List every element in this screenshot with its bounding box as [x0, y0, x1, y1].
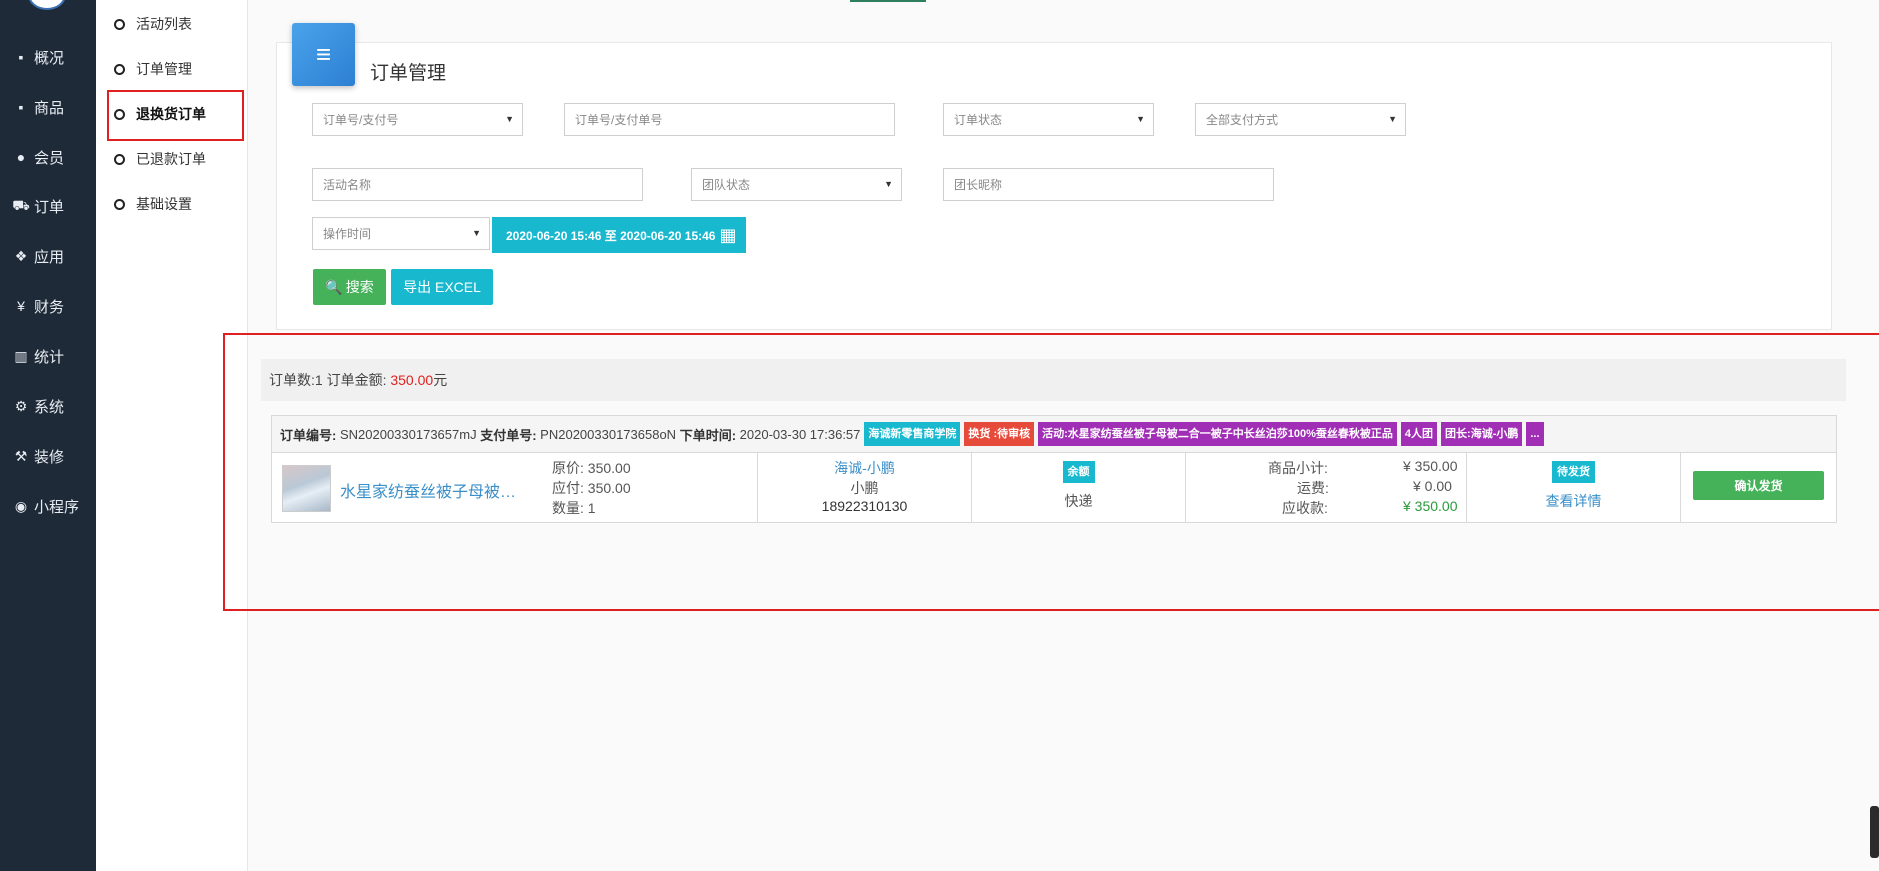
menu-icon[interactable]: ≡: [292, 23, 355, 86]
leader-nickname-input[interactable]: 团长昵称: [943, 168, 1274, 201]
sidebar-item-members[interactable]: ● 会员: [0, 142, 96, 172]
search-icon: 🔍: [325, 278, 343, 295]
highlight-box-subnav: [107, 90, 244, 141]
subnav-item-order-manage[interactable]: 订单管理: [114, 56, 244, 82]
sidebar-item-stats[interactable]: ▥ 统计: [0, 341, 96, 371]
input-placeholder: 活动名称: [323, 178, 372, 192]
scrollbar-thumb[interactable]: [1870, 806, 1879, 858]
subnav-item-refunded-orders[interactable]: 已退款订单: [114, 146, 244, 172]
order-status-select[interactable]: 订单状态: [943, 103, 1154, 136]
sidebar-item-label: 商品: [34, 99, 65, 117]
calendar-icon: ▦: [719, 224, 737, 245]
page-title: 订单管理: [370, 63, 447, 84]
team-status-select[interactable]: 团队状态: [691, 168, 902, 201]
users-icon: ●: [16, 149, 26, 165]
subnav-item-settings[interactable]: 基础设置: [114, 191, 244, 217]
sidebar-item-label: 应用: [34, 248, 65, 266]
sidebar-item-label: 小程序: [34, 498, 80, 516]
activity-name-input[interactable]: 活动名称: [312, 168, 643, 201]
select-value: 订单状态: [954, 113, 1003, 127]
sidebar-item-label: 会员: [34, 149, 65, 167]
top-accent-line: [850, 0, 926, 2]
hammer-icon: ⚒: [14, 447, 28, 464]
sidebar-item-apps[interactable]: ❖ 应用: [0, 241, 96, 271]
bar-chart-icon: ▥: [14, 347, 28, 364]
dashboard-icon: ▪: [18, 49, 24, 65]
search-button[interactable]: 🔍 搜索: [313, 269, 386, 305]
sidebar-item-decoration[interactable]: ⚒ 装修: [0, 441, 96, 471]
date-range-text: 2020-06-20 15:46 至 2020-06-20 15:46: [506, 228, 716, 243]
sidebar-item-label: 系统: [34, 398, 65, 416]
export-button-label: 导出 EXCEL: [403, 279, 481, 295]
select-value: 团队状态: [702, 178, 751, 192]
apps-icon: ❖: [14, 247, 28, 264]
select-value: 订单号/支付号: [323, 113, 399, 127]
sidebar-item-label: 统计: [34, 348, 65, 366]
op-time-select[interactable]: 操作时间: [312, 217, 490, 250]
search-button-label: 搜索: [345, 279, 374, 295]
circle-icon: [114, 198, 125, 210]
cart-icon: ⛟: [12, 196, 30, 213]
date-range-picker[interactable]: 2020-06-20 15:46 至 2020-06-20 15:46 ▦: [492, 217, 746, 253]
subnav-item-label: 活动列表: [136, 16, 192, 32]
sidebar-item-system[interactable]: ⚙ 系统: [0, 391, 96, 421]
input-placeholder: 团长昵称: [954, 178, 1003, 192]
sidebar-item-goods[interactable]: ▪ 商品: [0, 92, 96, 122]
order-pay-select[interactable]: 订单号/支付号: [312, 103, 523, 136]
sidebar-item-overview[interactable]: ▪ 概况: [0, 42, 96, 72]
pay-method-select[interactable]: 全部支付方式: [1195, 103, 1406, 136]
yen-icon: ¥: [17, 298, 25, 314]
circle-icon: [114, 18, 125, 30]
order-pay-input[interactable]: 订单号/支付单号: [564, 103, 895, 136]
select-value: 操作时间: [323, 227, 372, 241]
sidebar-item-label: 财务: [34, 298, 65, 316]
logo: [28, 0, 66, 10]
subnav-item-label: 已退款订单: [136, 151, 206, 167]
sidebar-item-orders[interactable]: ⛟ 订单: [0, 191, 96, 221]
gears-icon: ⚙: [14, 397, 28, 414]
input-placeholder: 订单号/支付单号: [575, 113, 663, 127]
circle-icon: [114, 153, 125, 165]
subnav-item-label: 基础设置: [136, 196, 192, 212]
subnav-item-label: 订单管理: [136, 61, 192, 77]
box-icon: ▪: [18, 99, 24, 115]
subnav-item-activity-list[interactable]: 活动列表: [114, 11, 244, 37]
sidebar-item-label: 概况: [34, 49, 65, 67]
export-excel-button[interactable]: 导出 EXCEL: [391, 269, 493, 305]
sidebar-item-label: 装修: [34, 448, 65, 466]
highlight-box-order: [223, 333, 1879, 611]
circle-icon: [114, 63, 125, 75]
wechat-icon: ◉: [14, 497, 28, 514]
select-value: 全部支付方式: [1206, 113, 1279, 127]
sidebar-item-finance[interactable]: ¥ 财务: [0, 291, 96, 321]
main-sidebar: ▪ 概况 ▪ 商品 ● 会员 ⛟ 订单 ❖ 应用 ¥ 财务 ▥ 统计 ⚙ 系统 ⚒ 装修 ◉ 小程序: [0, 0, 96, 871]
sidebar-item-label: 订单: [34, 198, 65, 216]
sidebar-item-miniprogram[interactable]: ◉ 小程序: [0, 491, 96, 521]
